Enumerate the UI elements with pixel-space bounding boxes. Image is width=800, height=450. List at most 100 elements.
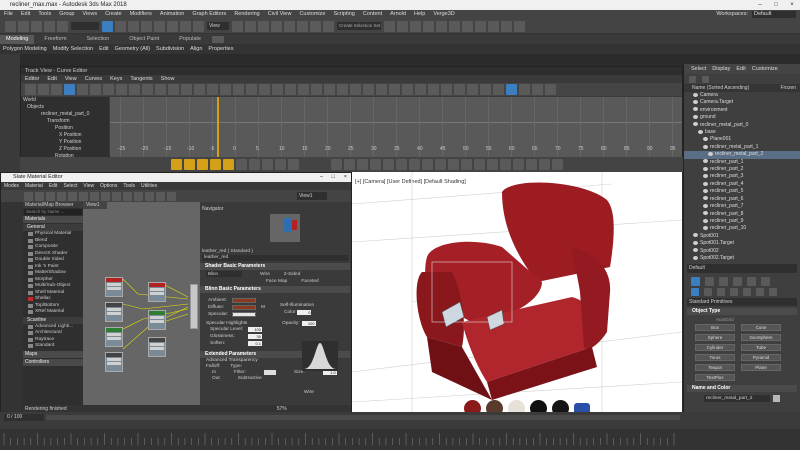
curve-tools-e-icon[interactable] <box>415 84 426 95</box>
bind-space-warp-icon[interactable] <box>57 20 68 32</box>
motion-tab-icon[interactable] <box>733 276 742 286</box>
spinner-snap-icon[interactable] <box>310 20 321 32</box>
align-icon[interactable] <box>397 20 408 32</box>
move-keys-icon[interactable] <box>38 84 49 95</box>
node-view[interactable]: View1 <box>83 202 200 407</box>
scene-item[interactable]: recliner_part_9 <box>684 218 800 225</box>
slate-view-dropdown[interactable]: View1 <box>297 192 327 200</box>
toggle-ribbon-icon[interactable] <box>436 20 447 32</box>
reference-coordinate-dropdown[interactable]: View <box>207 22 229 30</box>
slate-menu-tools[interactable]: Tools <box>120 182 138 190</box>
scene-item[interactable]: Plane001 <box>684 136 800 143</box>
unlink-icon[interactable] <box>44 20 55 32</box>
opacity-value[interactable]: 100 <box>301 321 316 326</box>
key-filter-l-icon[interactable] <box>474 159 485 170</box>
tube-button[interactable]: Tube <box>741 343 781 351</box>
geometry-icon[interactable] <box>691 288 699 297</box>
move-icon[interactable] <box>154 20 165 32</box>
workspace-dropdown[interactable]: Default <box>752 11 796 18</box>
ambient-color-swatch[interactable] <box>232 298 256 303</box>
menu-civil-view[interactable]: Civil View <box>264 10 296 19</box>
menu-animation[interactable]: Animation <box>156 10 188 19</box>
scene-item[interactable]: Camera <box>684 92 800 99</box>
ribbon-polygon-modeling[interactable]: Polygon Modeling <box>0 45 50 54</box>
selection-set-input[interactable]: Create Selection Set <box>337 22 381 30</box>
slate-show-map-icon[interactable] <box>101 191 110 201</box>
cone-button[interactable]: Cone <box>741 323 781 331</box>
ribbon-options-icon[interactable] <box>211 35 224 43</box>
key-mode-4-icon[interactable] <box>210 159 221 170</box>
scene-item[interactable]: recliner_part_7 <box>684 203 800 210</box>
textplus-button[interactable]: TextPlus <box>695 373 735 381</box>
slate-put-to-scene-icon[interactable] <box>46 191 55 201</box>
slate-zoom-value[interactable]: 57% <box>277 406 287 412</box>
scene-item[interactable]: recliner_part_3 <box>684 173 800 180</box>
object-color-swatch[interactable] <box>773 395 780 403</box>
key-mode-5-icon[interactable] <box>223 159 234 170</box>
tangent-slow-icon[interactable] <box>155 84 166 95</box>
menu-rendering[interactable]: Rendering <box>230 10 263 19</box>
curve-tools-k-icon[interactable] <box>493 84 504 95</box>
layer-dropdown[interactable]: Default <box>687 264 797 274</box>
slate-menu-material[interactable]: Material <box>22 182 46 190</box>
slate-menu-modes[interactable]: Modes <box>1 182 22 190</box>
menu-file[interactable]: File <box>0 10 17 19</box>
snaps-toggle-icon[interactable] <box>271 20 282 32</box>
slate-select-icon[interactable] <box>24 191 33 201</box>
key-filter-f-icon[interactable] <box>396 159 407 170</box>
slate-hide-unused-icon[interactable] <box>90 191 99 201</box>
visibility-eye-icon[interactable] <box>703 181 708 186</box>
zoom-horizontal-icon[interactable] <box>249 159 260 170</box>
self-illum-color-checkbox[interactable]: Color <box>284 310 295 315</box>
maps-header[interactable]: Maps <box>23 350 83 358</box>
tangent-smooth-icon[interactable] <box>194 84 205 95</box>
key-filter-c-icon[interactable] <box>357 159 368 170</box>
visibility-eye-icon[interactable] <box>703 144 708 149</box>
camera-viewport[interactable]: [+] [Camera] [User Defined] [Default Sha… <box>352 172 682 417</box>
slate-menu-edit[interactable]: Edit <box>46 182 61 190</box>
ribbon-tab-populate[interactable]: Populate <box>169 35 211 44</box>
menu-help[interactable]: Help <box>410 10 429 19</box>
visibility-eye-icon[interactable] <box>703 203 708 208</box>
sphere-button[interactable]: Sphere <box>695 333 735 341</box>
ribbon-properties[interactable]: Properties <box>205 45 236 54</box>
tangent-fast-icon[interactable] <box>142 84 153 95</box>
ease-curve-icon[interactable] <box>233 84 244 95</box>
helpers-icon[interactable] <box>743 288 751 297</box>
curve-tools-g-icon[interactable] <box>441 84 452 95</box>
shapes-icon[interactable] <box>704 288 712 297</box>
menu-group[interactable]: Group <box>55 10 78 19</box>
scene-item[interactable]: recliner_part_5 <box>684 188 800 195</box>
bitmap-node-3[interactable] <box>105 352 123 372</box>
scene-sort-header[interactable]: Name (Sorted Ascending) <box>692 85 749 91</box>
menu-edit[interactable]: Edit <box>17 10 34 19</box>
pivot-icon[interactable] <box>232 20 243 32</box>
curve-tools-n-icon[interactable] <box>532 84 543 95</box>
ribbon-edit[interactable]: Edit <box>96 45 111 54</box>
tv-menu-show[interactable]: Show <box>157 75 179 83</box>
controllers-header[interactable]: Controllers <box>23 358 83 366</box>
zoom-extents-icon[interactable] <box>236 159 247 170</box>
diffuse-map-button[interactable]: M <box>261 305 265 310</box>
slate-select-by-material-icon[interactable] <box>167 191 176 201</box>
geosphere-button[interactable]: GeoSphere <box>741 333 781 341</box>
key-mode-3-icon[interactable] <box>197 159 208 170</box>
visibility-eye-icon[interactable] <box>703 218 708 223</box>
key-filter-h-icon[interactable] <box>422 159 433 170</box>
slate-pick-icon[interactable] <box>35 191 44 201</box>
key-filter-m-icon[interactable] <box>487 159 498 170</box>
scene-item[interactable]: base <box>684 129 800 136</box>
rectangular-selection-icon[interactable] <box>128 20 139 32</box>
key-filter-r-icon[interactable] <box>552 159 563 170</box>
object-name-input[interactable]: recliner_metal_part_2 <box>704 395 770 403</box>
tree-objects[interactable]: Objects <box>21 104 109 111</box>
curve-tools-h-icon[interactable] <box>454 84 465 95</box>
blinn-basic-rollout[interactable]: Blinn Basic Parameters <box>200 286 350 293</box>
specular-color-swatch[interactable] <box>232 312 256 317</box>
slate-minimize-button[interactable]: – <box>320 173 323 182</box>
self-illum-value[interactable]: 0 <box>297 310 312 315</box>
visibility-eye-icon[interactable] <box>703 137 708 142</box>
scene-item[interactable]: Spot001.Target <box>684 240 800 247</box>
visibility-eye-icon[interactable] <box>703 188 708 193</box>
two-sided-checkbox[interactable]: 2-Sided <box>284 272 301 277</box>
